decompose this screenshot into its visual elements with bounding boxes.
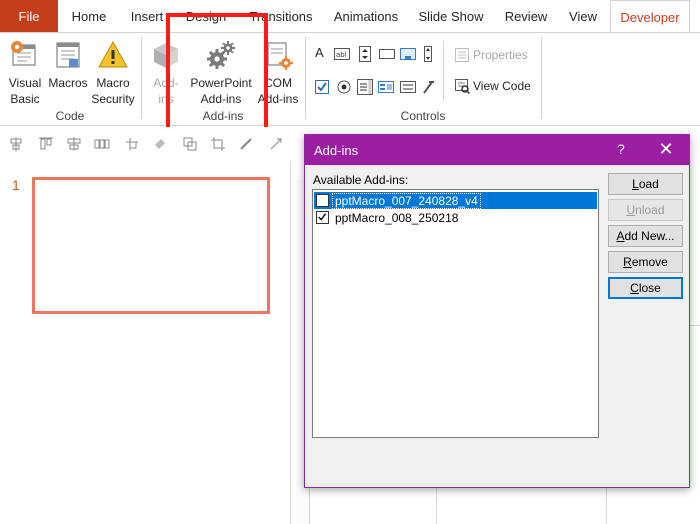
label-control-icon[interactable]: A (315, 45, 324, 60)
ribbon-tab-bar: File Home Insert Design Transitions Anim… (0, 0, 700, 33)
fill-icon[interactable] (152, 136, 168, 152)
addin-name: pptMacro_007_240828_v4 (332, 193, 481, 209)
canvas-guide (436, 488, 437, 524)
properties-icon (455, 48, 469, 62)
remove-mnemonic: R (623, 255, 632, 269)
code-group-label: Code (55, 109, 85, 123)
add-new-label: dd New... (624, 229, 675, 243)
tab-view[interactable]: View (564, 0, 602, 32)
resize-icon[interactable] (268, 136, 284, 152)
properties-button[interactable]: Properties (473, 48, 528, 62)
visual-basic-label-1: Visual (8, 76, 42, 90)
tab-review[interactable]: Review (500, 0, 552, 32)
addins-listbox[interactable]: pptMacro_007_240828_v4 pptMacro_008_2502… (312, 189, 599, 438)
load-button[interactable]: Load (608, 173, 683, 195)
view-code-icon (455, 79, 470, 94)
button-control-icon[interactable] (379, 46, 395, 62)
load-label: oad (638, 177, 659, 191)
grid-icon[interactable] (124, 136, 140, 152)
view-code-button[interactable]: View Code (473, 79, 531, 93)
svg-text:abl: abl (336, 51, 347, 59)
frame-control-icon[interactable] (400, 79, 416, 95)
align-left-icon[interactable] (8, 136, 24, 152)
canvas-guide (606, 488, 607, 524)
close-label: lose (638, 281, 661, 295)
group-divider (541, 37, 542, 119)
visual-basic-label-2: Basic (10, 92, 40, 106)
list-item[interactable]: pptMacro_007_240828_v4 (314, 192, 597, 209)
textbox-control-icon[interactable]: abl (334, 46, 350, 62)
tab-file[interactable]: File (0, 0, 58, 32)
help-button[interactable]: ? (617, 141, 625, 157)
visual-basic-icon (11, 41, 36, 66)
developer-ribbon: Visual Basic Macros Macro Security Code … (0, 32, 700, 126)
available-addins-label: Available Add-ins: (313, 173, 409, 187)
align-center-icon[interactable] (66, 136, 82, 152)
addin-checkbox[interactable] (316, 211, 329, 224)
tab-developer[interactable]: Developer (610, 0, 690, 33)
macros-button[interactable]: Macros (46, 39, 90, 91)
macros-label: Macros (48, 76, 88, 90)
tab-insert[interactable]: Insert (126, 0, 168, 32)
checkbox-control-icon[interactable] (314, 79, 330, 95)
addin-name: pptMacro_008_250218 (335, 211, 459, 225)
macro-security-button[interactable]: Macro Security (90, 39, 136, 107)
tab-slide-show[interactable]: Slide Show (416, 0, 486, 32)
distribute-icon[interactable] (94, 136, 110, 152)
more-controls-icon[interactable] (420, 79, 436, 95)
scrollbar-control-icon[interactable] (420, 46, 436, 62)
load-mnemonic: L (632, 177, 639, 191)
close-mnemonic: C (630, 281, 639, 295)
combobox-control-icon[interactable] (378, 79, 394, 95)
slide-number: 1 (12, 177, 20, 193)
group-divider (141, 37, 142, 119)
macro-security-label-2: Security (91, 92, 135, 106)
addin-checkbox[interactable] (316, 194, 329, 207)
group-divider (305, 37, 306, 119)
macros-icon (56, 42, 80, 68)
tab-home[interactable]: Home (66, 0, 112, 32)
remove-label: emove (631, 255, 668, 269)
crop-icon[interactable] (210, 136, 226, 152)
listbox-control-icon[interactable] (357, 79, 373, 95)
tab-animations[interactable]: Animations (330, 0, 402, 32)
close-icon[interactable]: ✕ (655, 139, 677, 159)
addins-dialog: Add-ins ? ✕ Available Add-ins: pptMacro_… (304, 134, 690, 488)
dialog-titlebar[interactable]: Add-ins ? ✕ (305, 135, 689, 165)
group-divider (443, 41, 444, 101)
list-item[interactable]: pptMacro_008_250218 (314, 209, 597, 226)
visual-basic-button[interactable]: Visual Basic (4, 39, 46, 107)
warning-icon (98, 40, 128, 68)
canvas-guide (690, 325, 700, 326)
slide-thumbnail[interactable] (32, 177, 270, 314)
pen-icon[interactable] (238, 136, 254, 152)
remove-button[interactable]: Remove (608, 251, 683, 273)
spin-control-icon[interactable] (357, 46, 373, 62)
checkmark-icon (318, 213, 327, 221)
option-button-control-icon[interactable] (336, 79, 352, 95)
align-top-icon[interactable] (38, 136, 54, 152)
group-objects-icon[interactable] (182, 136, 198, 152)
panel-divider (290, 161, 291, 524)
highlight-box (166, 13, 268, 139)
close-button[interactable]: Close (608, 277, 683, 299)
controls-group-label: Controls (400, 109, 446, 123)
unload-mnemonic: U (626, 203, 636, 217)
image-control-icon[interactable] (400, 46, 416, 62)
dialog-title: Add-ins (314, 143, 359, 158)
powerpoint-window: File Home Insert Design Transitions Anim… (0, 0, 700, 524)
add-new-button[interactable]: Add New... (608, 225, 683, 247)
unload-label: nload (635, 203, 665, 217)
unload-button[interactable]: Unload (608, 199, 683, 221)
macro-security-label-1: Macro (96, 76, 130, 90)
